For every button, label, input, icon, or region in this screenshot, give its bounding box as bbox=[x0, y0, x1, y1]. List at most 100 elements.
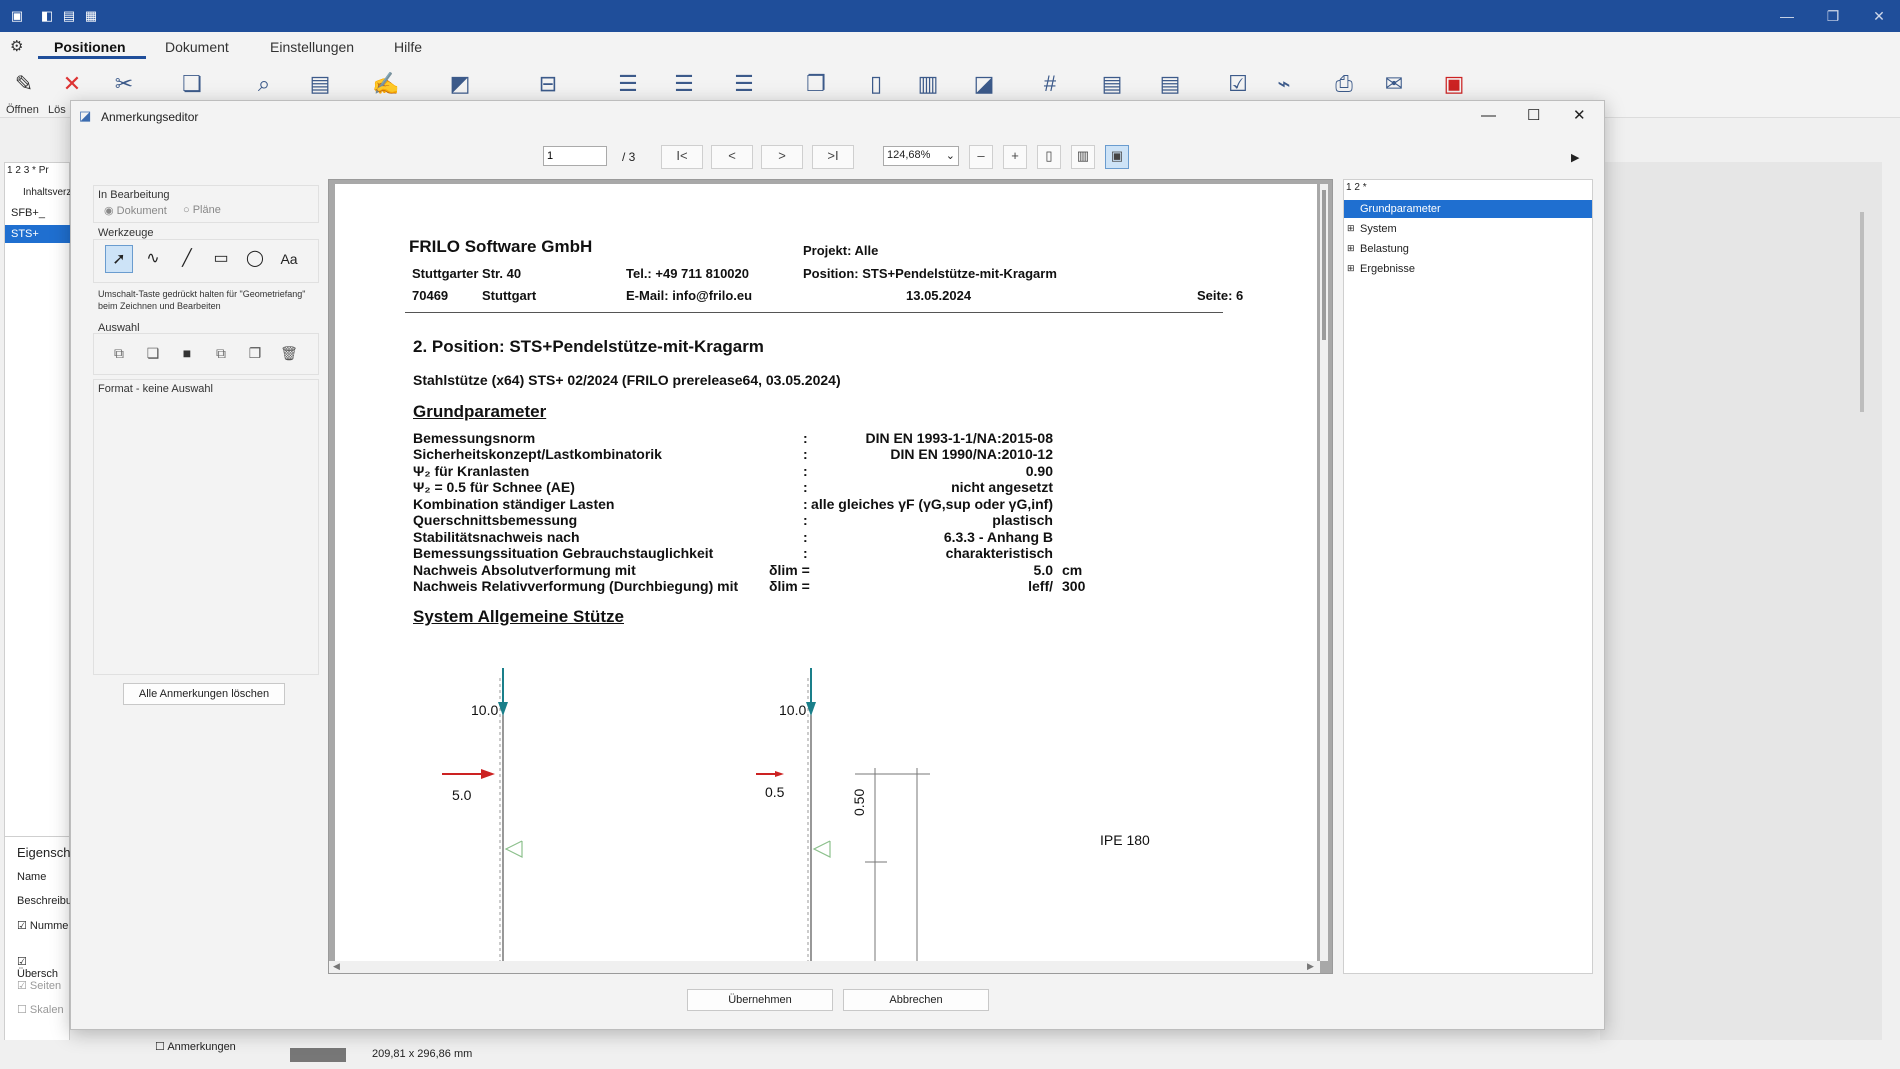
align-icon[interactable]: ⊟ bbox=[534, 70, 562, 98]
shape-icon[interactable]: ◩ bbox=[446, 70, 474, 98]
left-tab[interactable]: 2 bbox=[15, 165, 21, 176]
rectangle-tool-icon[interactable]: ▭ bbox=[207, 245, 235, 273]
expand-icon[interactable]: ⊞ bbox=[1347, 243, 1355, 254]
page-number-icon[interactable]: # bbox=[1036, 70, 1064, 98]
page-number-input[interactable] bbox=[543, 146, 607, 166]
scroll-left-icon[interactable]: ◀ bbox=[333, 961, 340, 972]
property-checkbox[interactable]: ☑ Numme bbox=[17, 919, 68, 932]
text-tool-icon[interactable]: Aa bbox=[275, 245, 303, 273]
tree-item[interactable]: Ergebnisse bbox=[1360, 263, 1415, 275]
right-vertical-load-value: 10.0 bbox=[779, 702, 807, 718]
trash-icon[interactable]: 🗑 bbox=[275, 339, 303, 367]
attachment-icon[interactable]: ⌁ bbox=[1270, 70, 1298, 98]
checklist-icon[interactable]: ☑ bbox=[1224, 70, 1252, 98]
zoom-in-button[interactable]: + bbox=[1003, 145, 1027, 169]
clear-annotations-button[interactable]: Alle Anmerkungen löschen bbox=[123, 683, 285, 705]
prev-page-button[interactable]: < bbox=[711, 145, 753, 169]
vertical-scrollbar[interactable] bbox=[1320, 184, 1328, 961]
line-tool-icon[interactable]: ╱ bbox=[173, 245, 201, 273]
bring-to-front-icon[interactable]: ■ bbox=[173, 339, 201, 367]
tree-item[interactable]: Inhaltsverz bbox=[23, 187, 71, 198]
minimize-icon[interactable]: — bbox=[1764, 0, 1810, 32]
duplicate-icon[interactable]: ❐ bbox=[241, 339, 269, 367]
copy-doc-icon[interactable]: ❏ bbox=[178, 70, 206, 98]
dialog-close-icon[interactable]: ✕ bbox=[1573, 106, 1586, 124]
bring-forward-icon[interactable]: ⧉ bbox=[105, 339, 133, 367]
radio-plaene[interactable]: ○ Pläne bbox=[183, 204, 221, 216]
horizontal-scrollbar[interactable]: ◀ ▶ bbox=[329, 961, 1320, 973]
restore-icon[interactable]: ❐ bbox=[1810, 0, 1856, 32]
send-to-back-icon[interactable]: ⧉ bbox=[207, 339, 235, 367]
insert-row-icon[interactable]: ☰ bbox=[614, 70, 642, 98]
page-break-icon[interactable]: ❐ bbox=[802, 70, 830, 98]
menu-einstellungen[interactable]: Einstellungen bbox=[270, 39, 354, 55]
zoom-slider[interactable] bbox=[290, 1048, 346, 1062]
left-tab[interactable]: * bbox=[32, 165, 36, 176]
select-pointer-icon[interactable]: ➚ bbox=[105, 245, 133, 273]
fit-page-icon[interactable]: ▯ bbox=[1037, 145, 1061, 169]
freehand-icon[interactable]: ∿ bbox=[139, 245, 167, 273]
edit-pencil-icon[interactable]: ✎ bbox=[10, 70, 38, 98]
expand-icon[interactable]: ⊞ bbox=[1347, 263, 1355, 274]
preview-scrollbar[interactable] bbox=[1860, 212, 1864, 412]
menu-dokument[interactable]: Dokument bbox=[165, 39, 229, 55]
next-page-button[interactable]: > bbox=[761, 145, 803, 169]
preview-icon[interactable]: ⌕ bbox=[250, 70, 278, 98]
ribbon-label-loeschen: Lös bbox=[48, 104, 66, 116]
left-tab[interactable]: 1 bbox=[7, 165, 13, 176]
zoom-select[interactable]: 124,68% ⌄ bbox=[883, 146, 959, 166]
print-icon[interactable]: ⎙ bbox=[1330, 70, 1358, 98]
dialog-maximize-icon[interactable]: ☐ bbox=[1527, 106, 1540, 124]
property-checkbox[interactable]: ☑ Seiten bbox=[17, 979, 61, 992]
ok-button[interactable]: Übernehmen bbox=[687, 989, 833, 1011]
footer-icon[interactable]: ▤ bbox=[1156, 70, 1184, 98]
dialog-minimize-icon[interactable]: — bbox=[1481, 107, 1496, 124]
send-backward-icon[interactable]: ❏ bbox=[139, 339, 167, 367]
property-checkbox[interactable]: ☐ Skalen bbox=[17, 1003, 64, 1016]
layer-icon[interactable]: ◪ bbox=[970, 70, 998, 98]
menu-hilfe[interactable]: Hilfe bbox=[394, 39, 422, 55]
insert-row2-icon[interactable]: ☰ bbox=[670, 70, 698, 98]
tree-item[interactable]: Belastung bbox=[1360, 243, 1409, 255]
save-icon[interactable]: ▦ bbox=[82, 7, 100, 25]
close-icon[interactable]: ✕ bbox=[1856, 0, 1900, 32]
menu-positionen[interactable]: Positionen bbox=[54, 39, 126, 55]
tree-tab[interactable]: * bbox=[1363, 182, 1367, 193]
annotate-icon[interactable]: ✍ bbox=[372, 70, 400, 98]
settings-gear-icon[interactable]: ⚙ bbox=[10, 37, 23, 55]
header-icon[interactable]: ▤ bbox=[1098, 70, 1126, 98]
fit-width-icon[interactable]: ▥ bbox=[1071, 145, 1095, 169]
zoom-out-button[interactable]: – bbox=[969, 145, 993, 169]
column-icon[interactable]: ▥ bbox=[914, 70, 942, 98]
first-page-button[interactable]: I< bbox=[661, 145, 703, 169]
ellipse-tool-icon[interactable]: ◯ bbox=[241, 245, 269, 273]
tree-item[interactable]: System bbox=[1360, 223, 1397, 235]
zoom-value: 124,68% bbox=[887, 149, 931, 161]
cut-icon[interactable]: ✂ bbox=[110, 70, 138, 98]
open-folder-icon[interactable]: ▤ bbox=[60, 7, 78, 25]
tree-tab[interactable]: 2 bbox=[1354, 182, 1360, 193]
blank-page-icon[interactable]: ▯ bbox=[862, 70, 890, 98]
left-tab[interactable]: 3 bbox=[24, 165, 30, 176]
cancel-button[interactable]: Abbrechen bbox=[843, 989, 989, 1011]
expand-icon[interactable]: ⊞ bbox=[1347, 223, 1355, 234]
tree-item-selected[interactable]: Grundparameter bbox=[1344, 200, 1592, 218]
delete-x-icon[interactable]: ✕ bbox=[58, 70, 86, 98]
new-icon[interactable]: ◧ bbox=[38, 7, 56, 25]
full-view-icon[interactable]: ▣ bbox=[1105, 145, 1129, 169]
property-checkbox[interactable]: ☑ Übersch bbox=[17, 955, 69, 980]
panel-toggle-icon[interactable]: ▶ bbox=[1571, 151, 1579, 164]
radio-dokument[interactable]: ◉ Dokument bbox=[104, 204, 167, 217]
annotations-checkbox[interactable]: ☐ Anmerkungen bbox=[155, 1040, 236, 1053]
mail-icon[interactable]: ✉ bbox=[1380, 70, 1408, 98]
pdf-icon[interactable]: ▣ bbox=[1440, 70, 1468, 98]
tree-item[interactable]: SFB+_ bbox=[11, 207, 45, 219]
last-page-button[interactable]: >I bbox=[812, 145, 854, 169]
table-icon[interactable]: ▤ bbox=[306, 70, 334, 98]
vertical-scroll-thumb[interactable] bbox=[1322, 190, 1326, 340]
tree-item-selected[interactable]: STS+ bbox=[5, 225, 71, 243]
scroll-right-icon[interactable]: ▶ bbox=[1307, 961, 1314, 972]
tree-tab[interactable]: 1 bbox=[1346, 182, 1352, 193]
left-tab[interactable]: Pr bbox=[39, 165, 49, 176]
insert-row3-icon[interactable]: ☰ bbox=[730, 70, 758, 98]
